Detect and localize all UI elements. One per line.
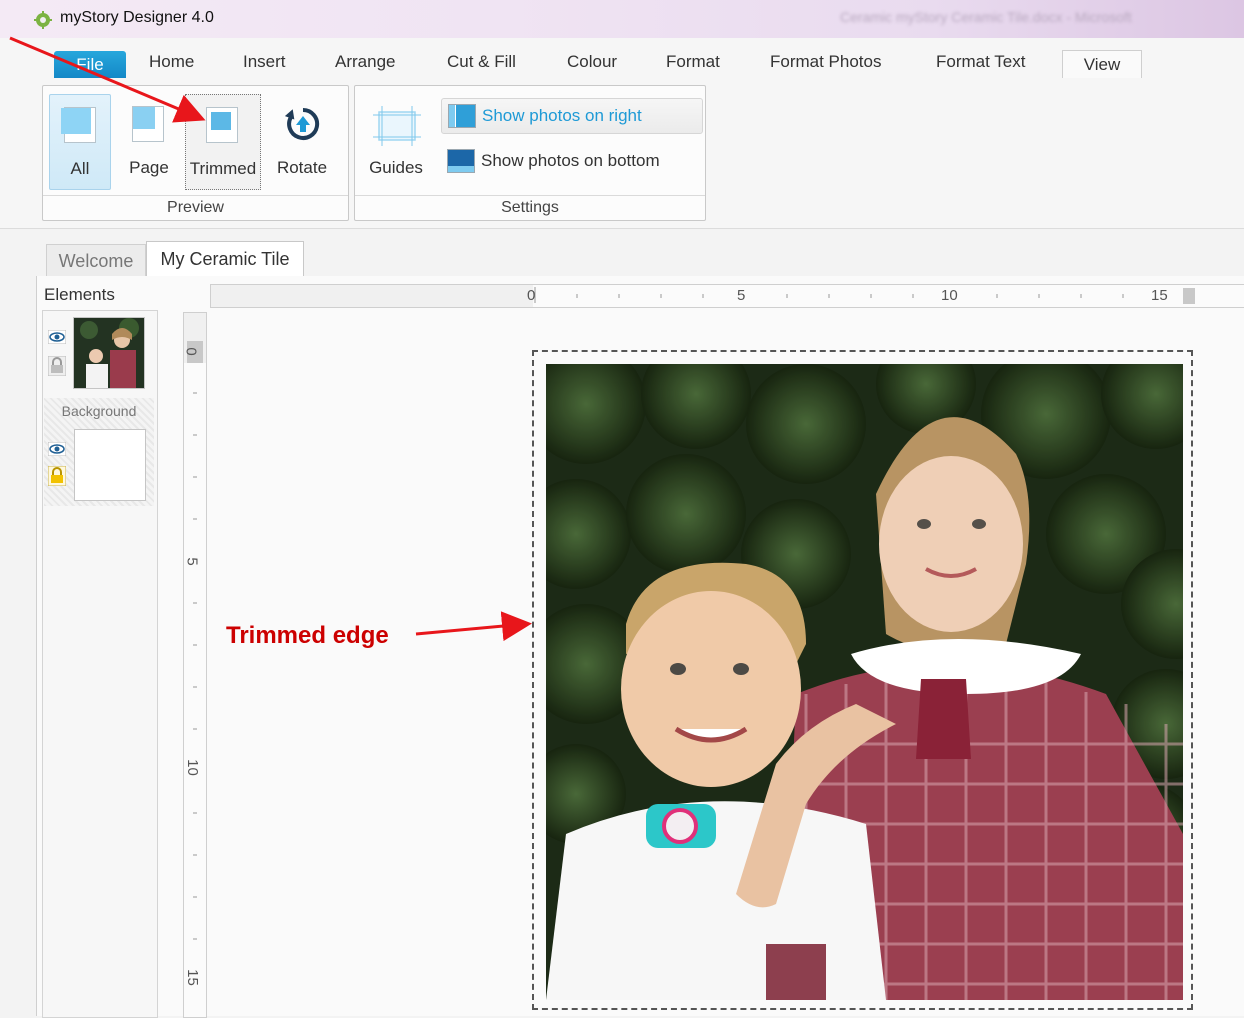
title-bar: myStory Designer 4.0 Ceramic myStory Cer… <box>0 0 1244 38</box>
vertical-ruler: 0 5 10 15 <box>183 312 207 1018</box>
preview-trimmed-icon <box>206 107 238 143</box>
preview-trimmed-label: Trimmed <box>189 159 257 178</box>
background-thumbnail[interactable] <box>74 429 146 501</box>
preview-all-label: All <box>70 159 90 178</box>
preview-page-icon <box>132 106 164 142</box>
show-photos-bottom-option[interactable]: Show photos on bottom <box>441 144 701 178</box>
show-photos-right-option[interactable]: Show photos on right <box>441 98 703 134</box>
elements-panel-title: Elements <box>44 285 115 304</box>
tile-photo-image <box>546 364 1183 1000</box>
eye-icon[interactable] <box>48 330 66 344</box>
photos-bottom-icon <box>447 149 475 173</box>
tab-arrange[interactable]: Arrange <box>335 52 395 72</box>
ruler-v-label-0: 0 <box>182 347 200 356</box>
ruler-v-label-5: 5 <box>183 557 201 566</box>
ribbon: All Page Trimmed Rotate Preview Guides S… <box>0 78 1244 229</box>
settings-group: Guides Show photos on right Show photos … <box>354 85 706 221</box>
ruler-v-label-15: 15 <box>183 969 201 986</box>
background-eye-icon[interactable] <box>48 442 66 456</box>
preview-page-label: Page <box>129 158 169 177</box>
settings-group-label: Settings <box>355 195 705 220</box>
app-title: myStory Designer 4.0 <box>60 9 214 26</box>
background-lock-icon[interactable] <box>48 466 66 486</box>
app-logo-icon <box>34 11 52 29</box>
tab-colour[interactable]: Colour <box>567 52 617 72</box>
ruler-v-label-10: 10 <box>183 759 201 776</box>
photos-right-icon <box>448 104 476 128</box>
tab-format-text[interactable]: Format Text <box>936 52 1025 72</box>
ruler-h-label-15: 15 <box>1151 287 1168 304</box>
document-title: Ceramic myStory Ceramic Tile.docx - Micr… <box>840 9 1132 25</box>
trimmed-edge-annotation-label: Trimmed edge <box>226 622 389 649</box>
ruler-h-label-0: 0 <box>527 287 536 304</box>
preview-all-icon <box>61 107 96 143</box>
ruler-h-label-10: 10 <box>941 287 958 304</box>
photo-element-thumbnail[interactable] <box>73 317 145 389</box>
document-tab-bar: Welcome My Ceramic Tile <box>0 228 1244 277</box>
show-photos-right-label: Show photos on right <box>482 106 642 125</box>
rotate-button[interactable]: Rotate <box>269 94 335 188</box>
preview-group: All Page Trimmed Rotate Preview <box>42 85 349 221</box>
horizontal-ruler: 0 5 10 15 <box>210 284 1244 308</box>
tab-view[interactable]: View <box>1062 50 1142 80</box>
guides-label: Guides <box>369 158 423 177</box>
photo-thumbnail-image <box>74 318 144 388</box>
preview-group-label: Preview <box>43 195 348 220</box>
tab-format-photos[interactable]: Format Photos <box>770 52 882 72</box>
tab-insert[interactable]: Insert <box>243 52 286 72</box>
background-label: Background <box>61 403 137 419</box>
tab-file[interactable]: File <box>54 51 126 78</box>
guides-button[interactable]: Guides <box>361 94 431 188</box>
vertical-ruler-ticks <box>184 313 206 940</box>
ribbon-tab-bar: File Home Insert Arrange Cut & Fill Colo… <box>0 38 1244 80</box>
tile-photo[interactable] <box>546 364 1183 1000</box>
preview-trimmed-button[interactable]: Trimmed <box>185 94 261 190</box>
tab-my-ceramic-tile[interactable]: My Ceramic Tile <box>146 241 304 277</box>
tab-home[interactable]: Home <box>149 52 194 72</box>
ruler-h-label-5: 5 <box>737 287 746 304</box>
rotate-label: Rotate <box>276 158 328 177</box>
tab-format[interactable]: Format <box>666 52 720 72</box>
tab-cut-fill[interactable]: Cut & Fill <box>447 52 516 72</box>
horizontal-ruler-ticks <box>211 285 1195 307</box>
guides-icon <box>373 106 421 146</box>
rotate-icon <box>285 107 320 140</box>
show-photos-bottom-label: Show photos on bottom <box>481 151 660 170</box>
preview-all-button[interactable]: All <box>49 94 111 190</box>
lock-icon[interactable] <box>48 356 66 376</box>
preview-page-button[interactable]: Page <box>119 94 179 188</box>
tab-welcome[interactable]: Welcome <box>46 244 146 277</box>
